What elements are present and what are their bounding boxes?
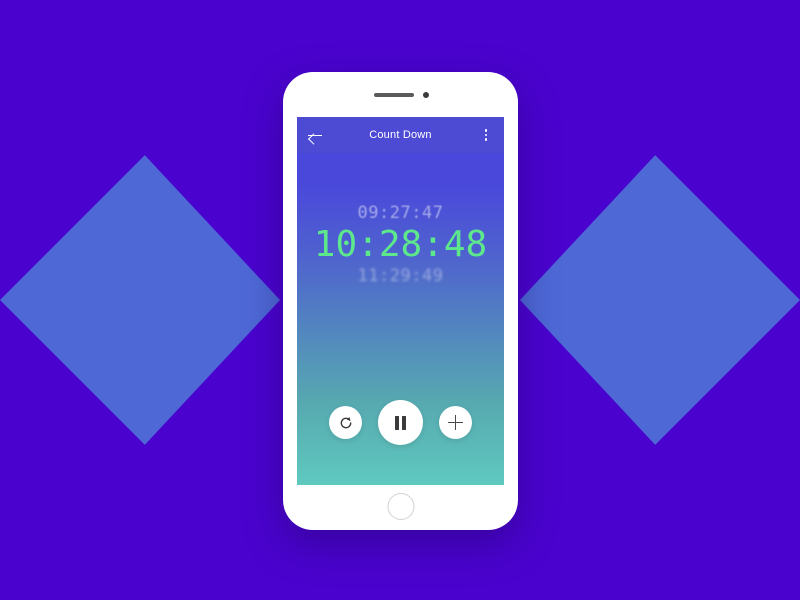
timer-next-value[interactable]: 11:29:49 — [297, 268, 504, 285]
back-arrow-icon[interactable] — [307, 127, 323, 143]
phone-device: Count Down 09:27:47 10:28:48 11:29:49 — [283, 72, 518, 530]
app-bar: Count Down — [297, 117, 504, 153]
add-time-button[interactable] — [439, 406, 472, 439]
reset-icon — [340, 416, 351, 428]
background-wedge-top-right — [500, 0, 800, 300]
control-bar — [297, 400, 504, 445]
background-wedge-bottom-right — [500, 300, 800, 600]
speaker-grille-icon — [373, 93, 414, 97]
reset-button[interactable] — [329, 406, 362, 439]
background-wedge-top-left — [0, 0, 300, 300]
background-wedge-bottom-left — [0, 300, 300, 600]
overflow-menu-icon[interactable] — [478, 127, 494, 143]
pause-bar — [395, 415, 399, 430]
plus-icon — [448, 415, 463, 430]
pause-icon — [395, 415, 406, 430]
timer-previous-value[interactable]: 09:27:47 — [297, 205, 504, 222]
pause-bar — [402, 415, 406, 430]
kebab-dot — [484, 129, 488, 132]
pause-button[interactable] — [378, 400, 423, 445]
kebab-dot — [484, 138, 488, 141]
timer-current-value[interactable]: 10:28:48 — [297, 222, 504, 268]
home-button[interactable] — [387, 493, 414, 520]
scene-background: Count Down 09:27:47 10:28:48 11:29:49 — [0, 0, 800, 600]
timer-picker[interactable]: 09:27:47 10:28:48 11:29:49 — [297, 205, 504, 285]
page-title: Count Down — [369, 129, 432, 141]
phone-screen: Count Down 09:27:47 10:28:48 11:29:49 — [297, 117, 504, 485]
kebab-dot — [484, 133, 488, 137]
front-camera-icon — [422, 92, 429, 98]
phone-top-bezel — [283, 72, 518, 117]
